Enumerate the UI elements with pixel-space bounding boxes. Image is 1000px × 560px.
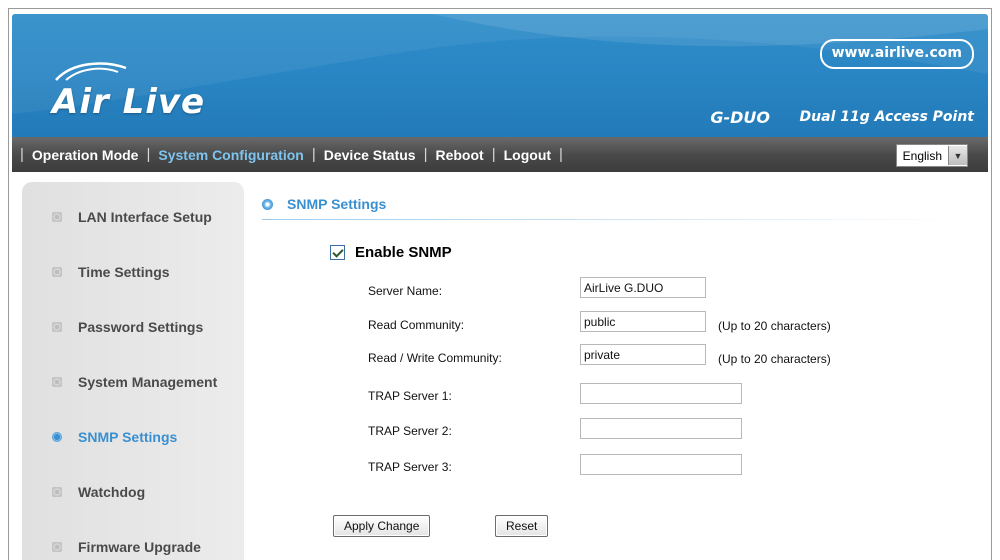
enable-snmp-row: Enable SNMP (330, 244, 452, 261)
trap-server-2-input[interactable] (580, 418, 742, 439)
section-title-text: SNMP Settings (287, 196, 387, 212)
read-write-community-hint: (Up to 20 characters) (718, 352, 831, 366)
chevron-down-icon[interactable]: ▼ (948, 146, 967, 165)
trap-server-2-label: TRAP Server 2: (368, 424, 452, 438)
nav-separator: | (146, 146, 151, 163)
sidebar-item-lan-interface-setup[interactable]: LAN Interface Setup (52, 206, 212, 228)
read-community-hint: (Up to 20 characters) (718, 319, 831, 333)
top-nav-bar: | Operation Mode | System Configuration … (12, 137, 988, 172)
bullet-icon (52, 322, 62, 332)
trap-server-1-input[interactable] (580, 383, 742, 404)
bullet-icon (52, 212, 62, 222)
sidebar-item-password-settings[interactable]: Password Settings (52, 316, 203, 338)
header-banner: Air Live www.airlive.com G-DUO Dual 11g … (12, 14, 988, 137)
sidebar-item-firmware-upgrade[interactable]: Firmware Upgrade (52, 536, 201, 558)
model-name: G-DUO (710, 108, 770, 127)
language-select[interactable]: English ▼ (895, 144, 968, 167)
section-title: SNMP Settings (262, 196, 386, 212)
nav-separator: | (311, 146, 316, 163)
enable-snmp-checkbox[interactable] (330, 245, 345, 260)
sidebar-item-label: Firmware Upgrade (78, 539, 201, 555)
nav-system-configuration[interactable]: System Configuration (158, 147, 303, 163)
trap-server-1-label: TRAP Server 1: (368, 389, 452, 403)
bullet-icon (52, 432, 62, 442)
section-divider (262, 219, 962, 220)
sidebar-item-system-management[interactable]: System Management (52, 371, 217, 393)
read-community-input[interactable] (580, 311, 706, 332)
sidebar-item-time-settings[interactable]: Time Settings (52, 261, 170, 283)
bullet-icon (52, 377, 62, 387)
sidebar-item-label: Password Settings (78, 319, 204, 335)
sidebar-item-label: LAN Interface Setup (78, 209, 212, 225)
read-write-community-label: Read / Write Community: (368, 351, 502, 365)
read-community-label: Read Community: (368, 318, 465, 332)
trap-server-3-input[interactable] (580, 454, 742, 475)
sidebar-item-label: SNMP Settings (78, 429, 178, 445)
website-link[interactable]: www.airlive.com (819, 39, 974, 69)
nav-separator: | (20, 146, 24, 163)
sidebar-item-label: System Management (78, 374, 218, 390)
apply-change-button[interactable]: Apply Change (333, 515, 431, 537)
nav-separator: | (423, 146, 428, 163)
airlive-logo: Air Live (52, 82, 206, 122)
server-name-label: Server Name: (368, 284, 443, 298)
sidebar: LAN Interface Setup Time Settings Passwo… (22, 182, 244, 560)
bullet-icon (52, 542, 62, 552)
sidebar-item-snmp-settings[interactable]: SNMP Settings (52, 426, 177, 448)
nav-reboot[interactable]: Reboot (435, 147, 483, 163)
bullet-icon (52, 487, 62, 497)
trap-server-3-label: TRAP Server 3: (368, 460, 452, 474)
nav-logout[interactable]: Logout (504, 147, 551, 163)
nav-device-status[interactable]: Device Status (324, 147, 416, 163)
nav-operation-mode[interactable]: Operation Mode (32, 147, 139, 163)
bullet-icon (52, 267, 62, 277)
reset-button[interactable]: Reset (495, 515, 549, 537)
product-tagline: Dual 11g Access Point (799, 109, 974, 125)
sidebar-item-label: Watchdog (78, 484, 146, 500)
enable-snmp-label: Enable SNMP (355, 244, 452, 261)
server-name-input[interactable] (580, 277, 706, 298)
nav-separator: | (491, 146, 496, 163)
nav-separator: | (559, 146, 563, 163)
language-value: English (902, 148, 942, 163)
logo-wireless-arc-icon (55, 62, 127, 81)
section-bullet-icon (262, 198, 273, 210)
sidebar-item-watchdog[interactable]: Watchdog (52, 481, 145, 503)
read-write-community-input[interactable] (580, 344, 706, 365)
sidebar-item-label: Time Settings (78, 264, 170, 280)
